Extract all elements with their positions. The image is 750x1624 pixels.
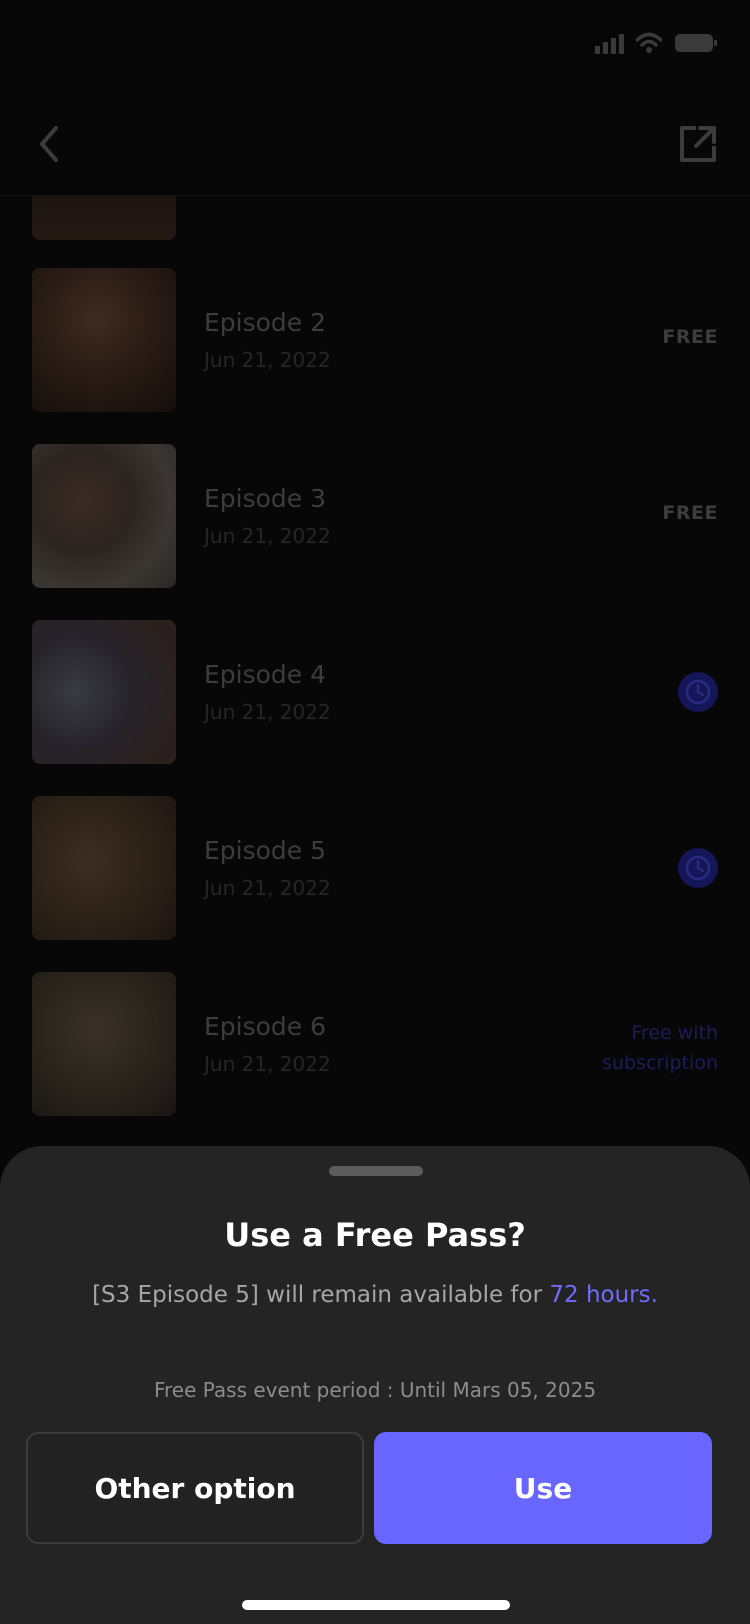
status-icons bbox=[595, 32, 718, 54]
battery-icon bbox=[675, 34, 717, 52]
episode-date: Jun 21, 2022 bbox=[204, 524, 331, 548]
subscription-badge-line1: Free with bbox=[631, 1022, 718, 1044]
sheet-title: Use a Free Pass? bbox=[224, 1216, 526, 1254]
status-bar bbox=[0, 0, 750, 90]
episode-row-2[interactable]: Episode 2 Jun 21, 2022 FREE bbox=[0, 268, 750, 414]
episode-title: Episode 2 bbox=[204, 308, 327, 337]
chevron-left-icon bbox=[40, 126, 58, 162]
episode-title: Episode 6 bbox=[204, 1012, 327, 1041]
episode-thumbnail-partial[interactable] bbox=[32, 196, 176, 240]
subscription-badge-line2: subscription bbox=[602, 1052, 718, 1074]
episode-row-3[interactable]: Episode 3 Jun 21, 2022 FREE bbox=[0, 444, 750, 590]
episode-title: Episode 5 bbox=[204, 836, 327, 865]
free-badge: FREE bbox=[662, 502, 718, 524]
episode-date: Jun 21, 2022 bbox=[204, 876, 331, 900]
free-badge: FREE bbox=[662, 326, 718, 348]
episode-row-5[interactable]: Episode 5 Jun 21, 2022 bbox=[0, 796, 750, 942]
header bbox=[0, 100, 750, 196]
screen: Episode 2 Jun 21, 2022 FREE Episode 3 Ju… bbox=[0, 0, 750, 1624]
episode-thumbnail bbox=[32, 268, 176, 412]
episode-date: Jun 21, 2022 bbox=[204, 348, 331, 372]
sheet-message-highlight: 72 hours. bbox=[549, 1282, 658, 1308]
share-external-icon bbox=[680, 126, 716, 162]
sheet-message: [S3 Episode 5] will remain available for… bbox=[0, 1282, 750, 1308]
clock-icon bbox=[678, 848, 718, 888]
episode-row-6[interactable]: Episode 6 Jun 21, 2022 Free with subscri… bbox=[0, 972, 750, 1118]
episode-date: Jun 21, 2022 bbox=[204, 700, 331, 724]
clock-icon bbox=[678, 672, 718, 712]
episode-title: Episode 3 bbox=[204, 484, 327, 513]
episode-date: Jun 21, 2022 bbox=[204, 1052, 331, 1076]
sheet-grabber[interactable] bbox=[329, 1166, 423, 1176]
episode-row-4[interactable]: Episode 4 Jun 21, 2022 bbox=[0, 620, 750, 766]
back-button[interactable] bbox=[28, 120, 76, 168]
episode-title: Episode 4 bbox=[204, 660, 327, 689]
sheet-message-text: [S3 Episode 5] will remain available for bbox=[92, 1282, 550, 1308]
wifi-icon bbox=[636, 32, 662, 53]
episode-thumbnail bbox=[32, 444, 176, 588]
home-indicator bbox=[242, 1600, 510, 1610]
episode-thumbnail bbox=[32, 620, 176, 764]
event-period: Free Pass event period : Until Mars 05, … bbox=[153, 1378, 597, 1402]
episode-thumbnail bbox=[32, 972, 176, 1116]
share-button[interactable] bbox=[674, 120, 722, 168]
signal-bars-icon bbox=[595, 32, 624, 54]
episode-thumbnail bbox=[32, 796, 176, 940]
other-option-button[interactable]: Other option bbox=[26, 1432, 364, 1544]
free-pass-sheet: Use a Free Pass? [S3 Episode 5] will rem… bbox=[0, 1146, 750, 1624]
subscription-badge: Free with subscription bbox=[578, 1018, 718, 1078]
use-button[interactable]: Use bbox=[374, 1432, 712, 1544]
